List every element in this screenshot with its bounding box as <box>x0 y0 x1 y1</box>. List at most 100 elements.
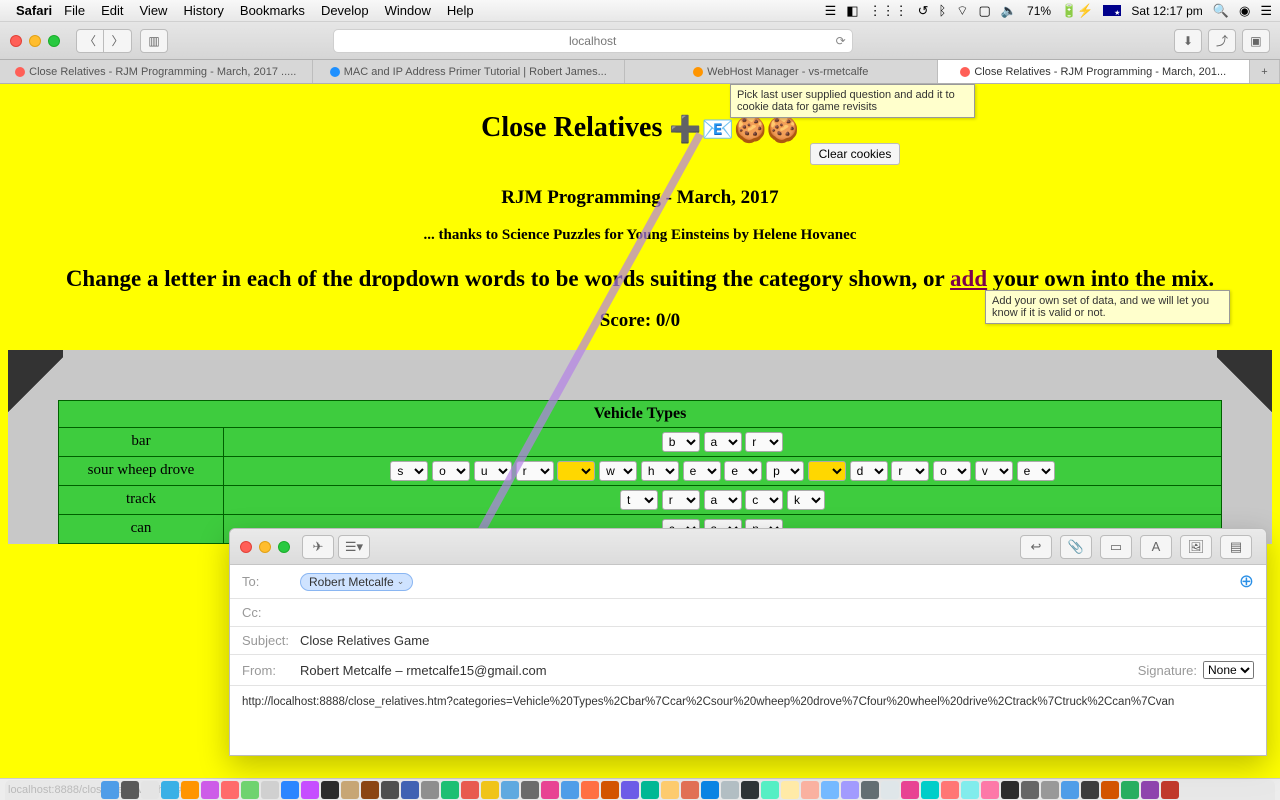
dock-app-icon[interactable] <box>581 781 599 799</box>
letter-select[interactable]: p <box>766 461 804 481</box>
dock-app-icon[interactable] <box>921 781 939 799</box>
letter-select[interactable]: e <box>724 461 762 481</box>
dock-app-icon[interactable] <box>1161 781 1179 799</box>
minimize-window-button[interactable] <box>29 35 41 47</box>
dock-app-icon[interactable] <box>941 781 959 799</box>
dock-app-icon[interactable] <box>161 781 179 799</box>
app-name[interactable]: Safari <box>16 3 52 18</box>
dock-app-icon[interactable] <box>521 781 539 799</box>
new-tab-button[interactable]: + <box>1250 60 1280 83</box>
dock-app-icon[interactable] <box>1041 781 1059 799</box>
add-contact-button[interactable]: ⊕ <box>1239 571 1254 592</box>
letter-select[interactable]: o <box>933 461 971 481</box>
maximize-window-button[interactable] <box>48 35 60 47</box>
dock-app-icon[interactable] <box>801 781 819 799</box>
menu-edit[interactable]: Edit <box>101 3 123 18</box>
tabs-button[interactable]: ▣ <box>1242 29 1270 53</box>
timemachine-icon[interactable]: ↺ <box>918 3 929 19</box>
from-value[interactable]: Robert Metcalfe – rmetcalfe15@gmail.com <box>300 663 547 678</box>
dock-app-icon[interactable] <box>281 781 299 799</box>
letter-select[interactable]: r <box>891 461 929 481</box>
letter-select[interactable]: s <box>390 461 428 481</box>
dock-app-icon[interactable] <box>121 781 139 799</box>
dock-app-icon[interactable] <box>981 781 999 799</box>
letter-select[interactable]: r <box>745 432 783 452</box>
mail-close-button[interactable] <box>240 541 252 553</box>
letter-select[interactable]: a <box>704 432 742 452</box>
signature-select[interactable]: None <box>1203 661 1254 679</box>
dock-app-icon[interactable] <box>741 781 759 799</box>
add-link[interactable]: add <box>950 266 987 291</box>
dock-app-icon[interactable] <box>341 781 359 799</box>
dock-app-icon[interactable] <box>861 781 879 799</box>
dock-app-icon[interactable] <box>301 781 319 799</box>
battery-icon[interactable]: 🔋⚡ <box>1061 3 1093 19</box>
browser-tab[interactable]: MAC and IP Address Primer Tutorial | Rob… <box>313 60 626 83</box>
dock-app-icon[interactable] <box>721 781 739 799</box>
dock-app-icon[interactable] <box>881 781 899 799</box>
photo-button[interactable]: 🖼 <box>1180 535 1212 559</box>
dock-app-icon[interactable] <box>241 781 259 799</box>
dock-app-icon[interactable] <box>541 781 559 799</box>
dock-app-icon[interactable] <box>321 781 339 799</box>
font-button[interactable]: A <box>1140 535 1172 559</box>
letter-select[interactable]: u <box>474 461 512 481</box>
dock-app-icon[interactable] <box>561 781 579 799</box>
menu-history[interactable]: History <box>183 3 223 18</box>
dock-app-icon[interactable] <box>441 781 459 799</box>
mail-content[interactable]: http://localhost:8888/close_relatives.ht… <box>230 686 1266 718</box>
header-fields-button[interactable]: ☰▾ <box>338 535 370 559</box>
wifi-icon[interactable]: ⌔ <box>956 3 968 19</box>
letter-select[interactable]: r <box>662 490 700 510</box>
back-button[interactable]: 〈 <box>76 29 104 53</box>
letter-select[interactable] <box>557 461 595 481</box>
dock-app-icon[interactable] <box>221 781 239 799</box>
downloads-button[interactable]: ⬇ <box>1174 29 1202 53</box>
dock-app-icon[interactable] <box>101 781 119 799</box>
letter-select[interactable]: e <box>683 461 721 481</box>
browser-tab-active[interactable]: Close Relatives - RJM Programming - Marc… <box>938 60 1251 83</box>
dock-app-icon[interactable] <box>761 781 779 799</box>
letter-select[interactable]: w <box>599 461 637 481</box>
spotlight-icon[interactable]: 🔍 <box>1213 3 1229 19</box>
dock-app-icon[interactable] <box>1021 781 1039 799</box>
browser-tab[interactable]: WebHost Manager - vs-rmetcalfe <box>625 60 938 83</box>
dock-app-icon[interactable] <box>901 781 919 799</box>
menu-develop[interactable]: Develop <box>321 3 369 18</box>
share-button[interactable]: ⤴ <box>1208 29 1236 53</box>
attach-button[interactable]: 📎 <box>1060 535 1092 559</box>
to-recipient[interactable]: Robert Metcalfe <box>300 573 413 591</box>
dock-app-icon[interactable] <box>821 781 839 799</box>
dock-app-icon[interactable] <box>421 781 439 799</box>
letter-select[interactable]: v <box>975 461 1013 481</box>
reply-button[interactable]: ↩ <box>1020 535 1052 559</box>
forward-button[interactable]: 〉 <box>104 29 132 53</box>
dock-app-icon[interactable] <box>601 781 619 799</box>
dock-app-icon[interactable] <box>141 781 159 799</box>
letter-select[interactable]: r <box>516 461 554 481</box>
letter-select[interactable]: a <box>704 490 742 510</box>
letter-select[interactable]: e <box>1017 461 1055 481</box>
address-bar[interactable]: localhost ⟳ <box>333 29 853 53</box>
letter-select[interactable]: o <box>432 461 470 481</box>
sidebar-button[interactable]: ▥ <box>140 29 168 53</box>
menuextra-icon[interactable]: ◧ <box>846 3 858 19</box>
mail-minimize-button[interactable] <box>259 541 271 553</box>
list-button[interactable]: ▤ <box>1220 535 1252 559</box>
dock-app-icon[interactable] <box>1061 781 1079 799</box>
dock-app-icon[interactable] <box>681 781 699 799</box>
letter-select[interactable]: h <box>641 461 679 481</box>
dock-app-icon[interactable] <box>461 781 479 799</box>
letter-select[interactable]: c <box>745 490 783 510</box>
menu-view[interactable]: View <box>140 3 168 18</box>
letter-select[interactable]: d <box>850 461 888 481</box>
dock-app-icon[interactable] <box>261 781 279 799</box>
close-window-button[interactable] <box>10 35 22 47</box>
notification-icon[interactable]: ☰ <box>1260 3 1272 19</box>
dock-app-icon[interactable] <box>1081 781 1099 799</box>
letter-select[interactable]: k <box>787 490 825 510</box>
airplay-icon[interactable]: ▢ <box>979 3 991 19</box>
menu-window[interactable]: Window <box>385 3 431 18</box>
dock-app-icon[interactable] <box>481 781 499 799</box>
volume-icon[interactable]: 🔈 <box>1001 3 1017 19</box>
